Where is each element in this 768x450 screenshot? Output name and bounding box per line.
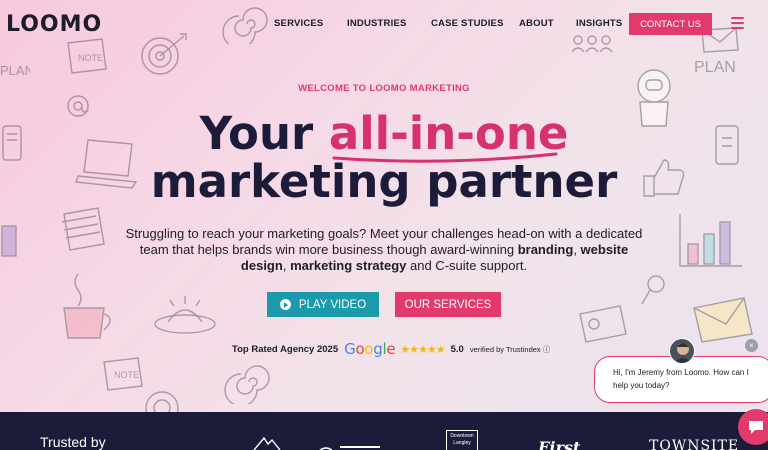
client-logo-mountain: [253, 436, 281, 450]
verified-by-label[interactable]: verified by Trustindex ⓘ: [470, 344, 550, 355]
rating-stars-icon: ★★★★★: [400, 343, 445, 356]
spiral-doodle-icon: [222, 7, 268, 44]
description-end: and C-suite support.: [406, 258, 528, 273]
svg-text:PLAN: PLAN: [0, 63, 30, 78]
nav-industries[interactable]: INDUSTRIES: [347, 18, 407, 29]
description-separator: ,: [282, 258, 291, 273]
client-logo-first-text: First: [538, 438, 581, 450]
chat-agent-avatar: [669, 338, 695, 364]
contact-us-button[interactable]: CONTACT US: [629, 13, 712, 35]
client-logo-townsite-text: TOWNSITE: [649, 438, 740, 450]
target-doodle-icon: [145, 391, 179, 412]
papers-doodle-icon: [61, 207, 105, 251]
chat-close-icon[interactable]: ×: [745, 339, 758, 352]
trust-row: Top Rated Agency 2025 Google ★★★★★ 5.0 v…: [232, 340, 550, 358]
chat-bubble-icon: [749, 421, 763, 434]
our-services-button[interactable]: OUR SERVICES: [395, 292, 501, 317]
client-logo-downtown-langley-text: Downtown Langley: [450, 433, 474, 446]
description-separator: ,: [573, 242, 581, 257]
client-logo-downtown-langley: Downtown Langley: [446, 430, 478, 450]
note-doodle-icon: NOTE: [67, 38, 107, 74]
bar-chart-doodle-icon: [679, 214, 742, 267]
envelope-doodle-icon: [693, 297, 753, 343]
chat-launcher-button[interactable]: [738, 409, 768, 445]
plan-doodle-icon: PLAN: [0, 63, 30, 78]
description-marketing-strategy: marketing strategy: [290, 258, 407, 273]
nav-services[interactable]: SERVICES: [274, 18, 323, 29]
spiral-doodle-icon: [224, 365, 270, 404]
trusted-by-band: Trusted by Downtown Langley First TOWNSI…: [0, 412, 768, 450]
client-logo-first: First: [538, 438, 580, 450]
nav-about[interactable]: ABOUT: [519, 18, 554, 29]
play-video-button[interactable]: PLAY VIDEO: [267, 292, 379, 317]
trusted-by-label: Trusted by: [40, 434, 106, 450]
loomo-logo[interactable]: LOOMO: [6, 12, 102, 37]
nav-insights[interactable]: INSIGHTS: [576, 18, 622, 29]
ufo-doodle-icon: [154, 296, 216, 334]
id-card-doodle-icon: [579, 305, 627, 343]
headline-line2: marketing partner: [150, 155, 618, 208]
client-logo-arc: [319, 446, 380, 450]
top-rated-label: Top Rated Agency 2025: [232, 343, 339, 355]
people-doodle-icon: [572, 35, 613, 53]
coffee-cup-doodle-icon: [63, 273, 111, 339]
plan-doodle-icon: PLAN: [694, 59, 736, 76]
svg-text:NOTE: NOTE: [114, 370, 139, 380]
svg-text:NOTE: NOTE: [78, 53, 103, 63]
rating-value: 5.0: [450, 343, 464, 355]
play-video-label: PLAY VIDEO: [298, 298, 367, 311]
client-logo-townsite: TOWNSITE: [649, 438, 739, 450]
google-logo: Google: [344, 340, 396, 358]
chat-message: Hi, I'm Jeremy from Loomo. How can I hel…: [613, 368, 749, 390]
chart-doodle-icon: [1, 225, 17, 257]
pin-doodle-icon: [641, 275, 665, 305]
play-icon: [279, 299, 291, 310]
hero-description: Struggling to reach your marketing goals…: [124, 226, 644, 274]
hero-eyebrow: WELCOME TO LOOMO MARKETING: [298, 83, 470, 94]
target-doodle-icon: [141, 33, 187, 75]
description-branding: branding: [517, 242, 574, 257]
headline-prefix: Your: [199, 107, 314, 160]
nav-case-studies[interactable]: CASE STUDIES: [431, 18, 504, 29]
hamburger-icon[interactable]: [731, 17, 744, 29]
hero-section: NOTE PLAN NOTE PLAN LOOMO SERVICES INDUS…: [0, 0, 768, 412]
svg-text:PLAN: PLAN: [694, 59, 736, 76]
